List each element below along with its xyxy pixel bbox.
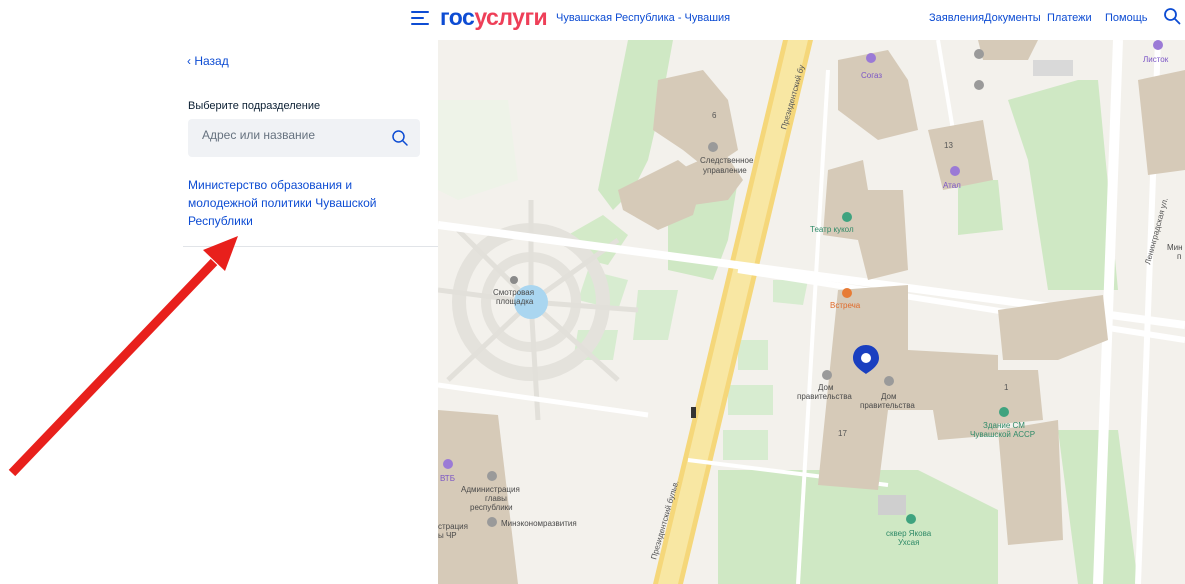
nav-documents[interactable]: Документы — [984, 12, 1041, 24]
map-label-listok: Листок — [1143, 55, 1169, 64]
header-search-icon[interactable] — [1163, 7, 1181, 25]
nav-payments[interactable]: Платежи — [1047, 12, 1092, 24]
map-label-dom2-b: правительства — [860, 401, 915, 410]
map-label-sledstv-1: Следственное — [700, 156, 754, 165]
search-input[interactable] — [202, 128, 382, 142]
map-view[interactable]: Согаз Листок 6 Следственное управление 1… — [438, 40, 1185, 584]
map-label-admin-2: главы — [485, 494, 507, 503]
search-icon[interactable] — [391, 129, 409, 147]
department-panel: ‹ Назад Выберите подразделение Министерс… — [0, 40, 438, 584]
map-label-vstrecha: Встреча — [830, 301, 861, 310]
map-label-min-edge-2: п — [1177, 252, 1181, 261]
region-selector[interactable]: Чувашская Республика - Чувашия — [556, 12, 730, 24]
back-link[interactable]: ‹ Назад — [187, 54, 229, 68]
map-label-atal: Атал — [943, 181, 961, 190]
map-label-13: 13 — [944, 141, 953, 150]
section-label: Выберите подразделение — [188, 100, 321, 112]
divider — [183, 246, 438, 247]
map-canvas[interactable]: Согаз Листок 6 Следственное управление 1… — [438, 40, 1185, 584]
map-label-skver-2: Ухсая — [898, 538, 919, 547]
map-label-skver-1: сквер Якова — [886, 529, 932, 538]
map-label-6: 6 — [712, 111, 717, 120]
map-label-smotr-1: Смотровая — [493, 288, 534, 297]
map-label-17: 17 — [838, 429, 847, 438]
top-header: госуслуги Чувашская Республика - Чувашия… — [0, 0, 1185, 40]
search-box — [188, 119, 420, 157]
map-label-vtb: ВТБ — [440, 474, 455, 483]
nav-help[interactable]: Помощь — [1105, 12, 1148, 24]
map-label-dom2-a: Дом — [881, 392, 896, 401]
logo-part-uslugi: услуги — [474, 4, 548, 30]
department-result-link[interactable]: Министерство образования и молодежной по… — [188, 176, 408, 230]
map-label-smotr-2: площадка — [496, 297, 534, 306]
map-label-sledstv-2: управление — [703, 166, 747, 175]
map-label-dom1-b: правительства — [797, 392, 852, 401]
menu-icon[interactable] — [411, 11, 429, 25]
gosuslugi-logo[interactable]: госуслуги — [440, 4, 548, 30]
map-label-admin-left-2: ы ЧР — [438, 531, 457, 540]
map-label-zdanie-2: Чувашской АССР — [970, 430, 1035, 439]
logo-part-gos: гос — [440, 4, 475, 30]
map-label-minek: Минэкономразвития — [501, 519, 577, 528]
map-label-admin-3: республики — [470, 503, 513, 512]
map-label-admin-1: Администрация — [461, 485, 520, 494]
map-label-sogaz: Согаз — [861, 71, 882, 80]
map-label-teatr: Театр кукол — [810, 225, 854, 234]
map-label-admin-left-1: страция — [438, 522, 468, 531]
map-label-zdanie-1: Здание СМ — [983, 421, 1025, 430]
map-label-min-edge-1: Мин — [1167, 243, 1183, 252]
map-label-dom1-a: Дом — [818, 383, 833, 392]
nav-applications[interactable]: Заявления — [929, 12, 984, 24]
map-label-1: 1 — [1004, 383, 1009, 392]
